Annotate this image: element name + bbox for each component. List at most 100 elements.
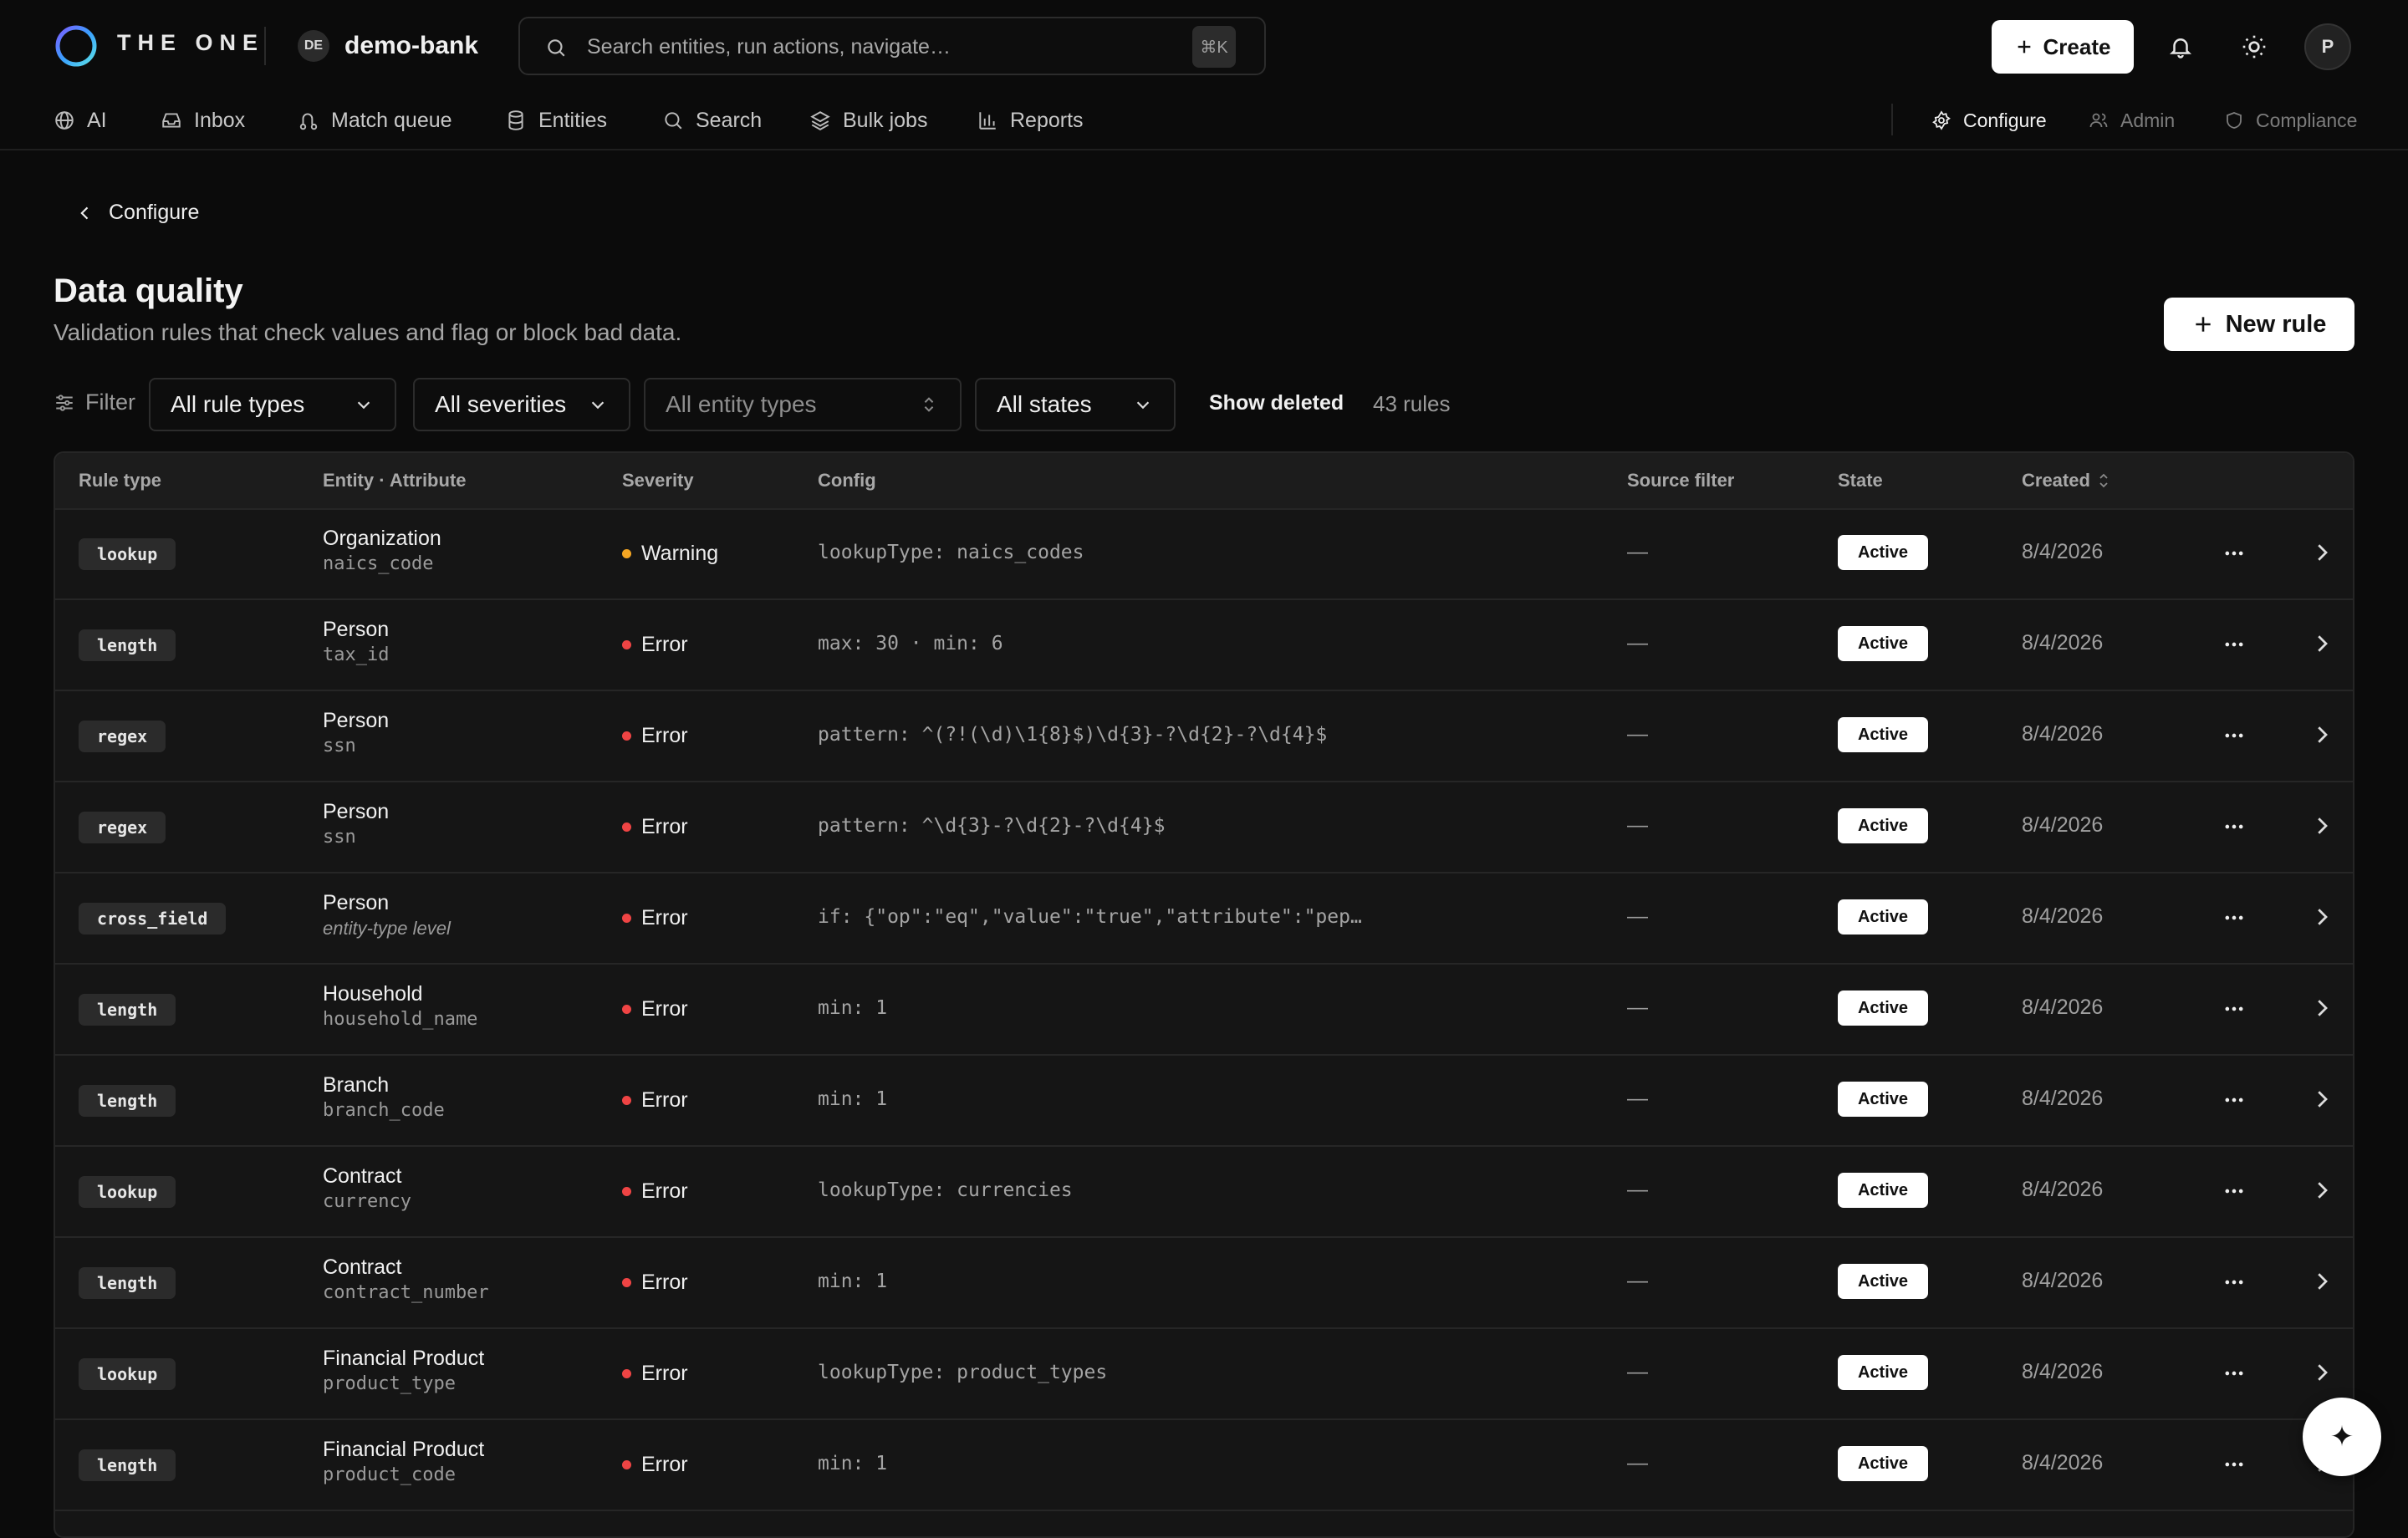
source-filter: — [1627,904,1648,928]
created-date: 8/4/2026 [2022,1087,2104,1110]
nav-item-entities[interactable]: Entities [505,104,607,137]
chevron-right-icon[interactable] [2309,904,2334,929]
table-row[interactable]: regex Person ssn Error pattern: ^\d{3}-?\d{2… [55,782,2353,873]
global-search[interactable]: Search entities, run actions, navigate… … [518,17,1266,75]
entity-type-select[interactable]: All entity types [644,378,962,431]
nav-item-compliance[interactable]: Compliance [2224,104,2357,137]
nav-item-search[interactable]: Search [662,104,762,137]
more-options-icon[interactable] [2222,1362,2246,1385]
more-options-icon[interactable] [2222,906,2246,929]
nav-item-reports[interactable]: Reports [977,104,1084,137]
table-row[interactable]: lookup Contract currency Error lookupType: c… [55,1146,2353,1238]
table-row[interactable]: cross_field Person entity-type level Error i… [55,873,2353,965]
severity-dot [622,1187,631,1196]
more-options-icon[interactable] [2222,815,2246,838]
user-avatar[interactable]: P [2304,23,2351,70]
divider [1891,104,1893,135]
chevron-right-icon[interactable] [2309,1269,2334,1294]
col-created[interactable]: Created [2022,470,2110,491]
database-icon [505,109,527,131]
more-options-icon[interactable] [2222,997,2246,1021]
tenant-name[interactable]: demo-bank [344,32,478,60]
col-source-filter[interactable]: Source filter [1627,470,1734,491]
nav-item-inbox[interactable]: Inbox [161,104,245,137]
nav-item-configure[interactable]: Configure [1931,104,2047,137]
attribute-name: currency [323,1191,411,1212]
nav-item-bulk-jobs[interactable]: Bulk jobs [809,104,927,137]
more-options-icon[interactable] [2222,633,2246,656]
rule-type-pill: regex [79,812,166,843]
bell-icon[interactable] [2162,28,2199,65]
chevron-right-icon[interactable] [2309,1360,2334,1385]
table-row[interactable]: lookup Financial Product product_type Error… [55,1328,2353,1420]
more-options-icon[interactable] [2222,1179,2246,1203]
col-config[interactable]: Config [818,470,876,491]
back-link[interactable]: Configure [77,201,199,225]
state-badge: Active [1838,1082,1928,1117]
col-entity-attribute[interactable]: Entity · Attribute [323,470,467,491]
created-date: 8/4/2026 [2022,631,2104,654]
col-severity[interactable]: Severity [622,470,694,491]
table-row[interactable]: length Person tax_id Error max: 30 · min: 6 —… [55,599,2353,691]
attribute-name: tax_id [323,644,390,665]
select-value: All severities [435,391,567,417]
created-date: 8/4/2026 [2022,904,2104,928]
chevron-right-icon[interactable] [2309,631,2334,656]
severity: Error [622,815,688,839]
table-row[interactable]: length Branch branch_code Error min: 1 — Activ… [55,1055,2353,1147]
nav-label: Admin [2120,109,2176,131]
more-options-icon[interactable] [2222,724,2246,747]
created-date: 8/4/2026 [2022,996,2104,1019]
attribute-name: household_name [323,1009,478,1030]
chevron-right-icon[interactable] [2309,1087,2334,1112]
severity-dot [622,1005,631,1014]
more-options-icon[interactable] [2222,1453,2246,1476]
chevron-right-icon[interactable] [2309,996,2334,1021]
state-badge: Active [1838,991,1928,1026]
more-options-icon[interactable] [2222,1271,2246,1294]
more-options-icon[interactable] [2222,1088,2246,1112]
search-icon [662,109,684,131]
col-rule-type[interactable]: Rule type [79,470,161,491]
new-rule-button[interactable]: New rule [2164,298,2354,351]
severity: Error [622,997,688,1021]
logo-icon[interactable] [54,23,99,69]
tenant-avatar[interactable]: DE [298,30,329,62]
severity-select[interactable]: All severities [413,378,630,431]
source-filter: — [1627,813,1648,837]
back-label: Configure [109,201,200,224]
config-text: min: 1 [818,1453,888,1474]
table-row[interactable]: length Financial Product product_code Error… [55,1419,2353,1511]
created-date: 8/4/2026 [2022,813,2104,837]
nav-item-ai[interactable]: AI [54,104,107,137]
state-select[interactable]: All states [975,378,1176,431]
col-state[interactable]: State [1838,470,1883,491]
create-button[interactable]: Create [1992,20,2134,74]
table-row[interactable]: regex Person ssn Error pattern: ^(?!(\d)\1{8… [55,690,2353,782]
table-row[interactable]: length Household household_name Error min: 1… [55,964,2353,1056]
chevron-right-icon[interactable] [2309,813,2334,838]
inbox-icon [161,109,182,131]
nav-label: Entities [538,108,607,132]
chevron-right-icon[interactable] [2309,722,2334,747]
chevron-right-icon[interactable] [2309,1178,2334,1203]
source-filter: — [1627,722,1648,746]
sun-icon[interactable] [2236,28,2273,65]
created-date: 8/4/2026 [2022,1269,2104,1292]
severity-dot [622,731,631,741]
rule-type-pill: lookup [79,1176,176,1208]
bar-chart-icon [977,109,998,131]
table-row[interactable]: lookup Organization naics_code Warning looku… [55,508,2353,600]
sparkle-icon[interactable]: ✦ [2303,1398,2381,1476]
select-value: All rule types [171,391,305,417]
col-created-label: Created [2022,470,2090,491]
more-options-icon[interactable] [2222,542,2246,565]
show-deleted-toggle[interactable]: Show deleted [1209,391,1344,415]
nav-item-match-queue[interactable]: Match queue [298,104,452,137]
entity-name: Financial Product [323,1347,485,1370]
table-row[interactable]: length Contract contract_number Error min: 1… [55,1237,2353,1329]
nav-item-admin[interactable]: Admin [2089,104,2175,137]
rule-type-select[interactable]: All rule types [149,378,396,431]
chevron-right-icon[interactable] [2309,540,2334,565]
source-filter: — [1627,540,1648,563]
